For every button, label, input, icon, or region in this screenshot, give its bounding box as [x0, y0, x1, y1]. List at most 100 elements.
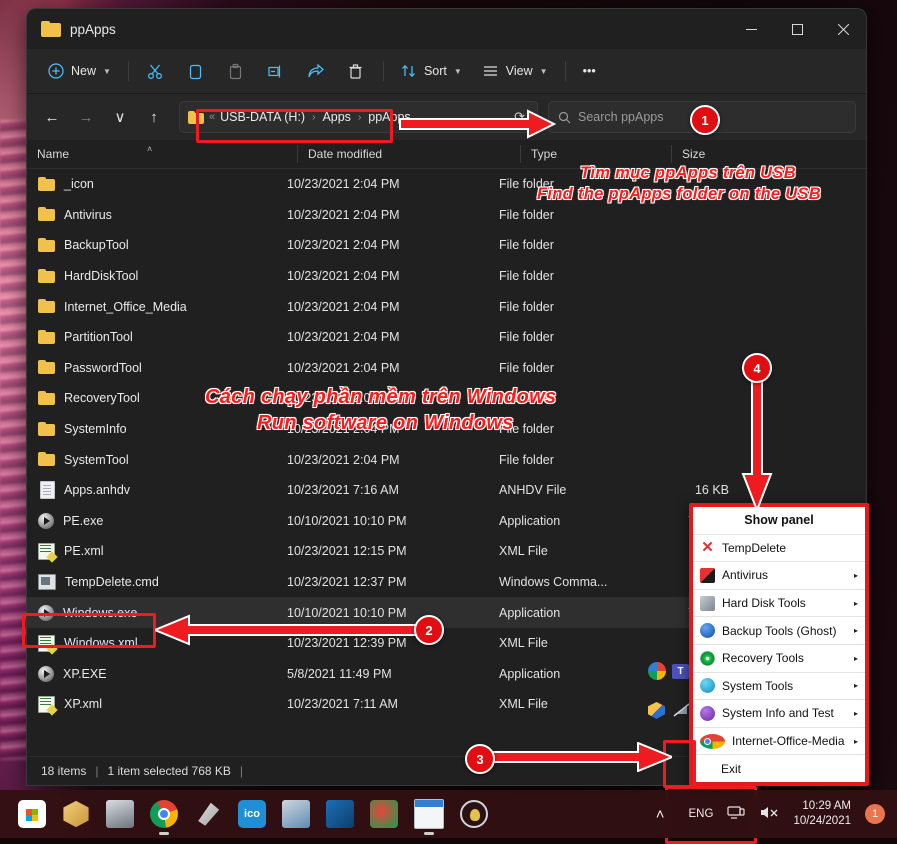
panel-item-label: Antivirus	[722, 568, 768, 582]
3d-box-icon[interactable]	[62, 800, 90, 828]
sort-button[interactable]: Sort ▼	[392, 55, 471, 87]
highlight-breadcrumb	[196, 109, 393, 143]
recent-locations-button[interactable]: ∨	[105, 102, 135, 132]
more-options-button[interactable]: •••	[574, 55, 605, 87]
minimize-button[interactable]	[728, 9, 774, 49]
delete-button[interactable]	[337, 55, 375, 87]
file-name-label: Apps.anhdv	[64, 483, 130, 497]
panel-item[interactable]: ✕TempDelete	[693, 535, 865, 563]
volume-muted-icon[interactable]	[759, 805, 779, 823]
microsoft-store-icon[interactable]	[18, 800, 46, 828]
file-date-cell: 10/23/2021 7:11 AM	[287, 697, 499, 711]
command-bar: New ▼ Sort ▼ View ▼	[27, 49, 866, 94]
column-header-size[interactable]: Size	[671, 145, 778, 163]
panel-item[interactable]: Internet-Office-Media▸	[693, 728, 865, 756]
column-header-name-label: Name	[37, 147, 69, 161]
file-date-cell: 10/23/2021 2:04 PM	[287, 300, 499, 314]
file-name-cell: Apps.anhdv	[27, 481, 287, 499]
ico-converter-icon[interactable]: ico	[238, 800, 266, 828]
panel-item[interactable]: Antivirus ▸	[693, 562, 865, 590]
column-header-date[interactable]: Date modified	[297, 145, 520, 163]
copy-icon	[187, 63, 204, 80]
arrow-to-show-panel	[735, 378, 779, 510]
new-button[interactable]: New ▼	[39, 55, 120, 87]
notepad-icon[interactable]	[414, 799, 444, 829]
table-row[interactable]: PartitionTool10/23/2021 2:04 PMFile fold…	[27, 322, 866, 353]
remote-desktop-icon[interactable]	[282, 800, 310, 828]
teams-icon[interactable]: T	[672, 664, 689, 679]
paint-tool-icon[interactable]	[194, 800, 222, 828]
plus-circle-icon	[48, 63, 64, 79]
xml-icon	[38, 543, 55, 560]
paste-button[interactable]	[217, 55, 255, 87]
annotation-note-1-vi: Tìm mục ppApps trên USB	[580, 164, 796, 183]
table-row[interactable]: HardDiskTool10/23/2021 2:04 PMFile folde…	[27, 261, 866, 292]
panel-header: Show panel	[693, 507, 865, 535]
copy-button[interactable]	[177, 55, 215, 87]
trash-icon	[347, 63, 364, 80]
step-badge-2: 2	[414, 615, 444, 645]
file-type-cell: XML File	[499, 544, 639, 558]
table-row[interactable]: Internet_Office_Media10/23/2021 2:04 PMF…	[27, 291, 866, 322]
taskbar-icons: ico	[0, 799, 488, 829]
view-button[interactable]: View ▼	[473, 55, 557, 87]
back-button[interactable]: ←	[37, 102, 67, 132]
panel-item[interactable]: Backup Tools (Ghost)▸	[693, 617, 865, 645]
show-hidden-icons-button[interactable]: ˄	[646, 806, 675, 823]
toolbar-divider	[128, 61, 129, 81]
share-icon	[307, 63, 325, 80]
truong-icon[interactable]	[326, 800, 354, 828]
rename-button[interactable]	[257, 55, 295, 87]
system-info-icon	[700, 706, 715, 721]
folder-icon	[38, 238, 55, 253]
file-name-cell: SystemTool	[27, 452, 287, 467]
file-name-label: PE.xml	[64, 544, 104, 558]
highlight-windows-exe	[22, 613, 156, 648]
step-badge-1: 1	[690, 105, 720, 135]
notification-badge[interactable]: 1	[865, 804, 885, 824]
file-name-cell: XP.EXE	[27, 666, 287, 682]
backup-icon	[700, 623, 715, 638]
annotation-note-2-en: Run software on Windows	[257, 412, 514, 435]
panel-item[interactable]: Hard Disk Tools▸	[693, 590, 865, 618]
panel-item[interactable]: System Info and Test▸	[693, 700, 865, 728]
file-name-cell: XP.xml	[27, 696, 287, 713]
submenu-arrow-icon: ▸	[854, 654, 858, 663]
rename-icon	[267, 63, 285, 80]
share-button[interactable]	[297, 55, 335, 87]
ie-globe-icon[interactable]	[648, 662, 666, 680]
panel-item[interactable]: Recovery Tools▸	[693, 645, 865, 673]
new-button-label: New	[71, 64, 96, 78]
close-button[interactable]	[820, 9, 866, 49]
maximize-button[interactable]	[774, 9, 820, 49]
submenu-arrow-icon: ▸	[854, 571, 858, 580]
drive-tool-icon[interactable]	[106, 800, 134, 828]
column-header-name[interactable]: Name ˄	[27, 145, 297, 163]
panel-item[interactable]: System Tools▸	[693, 673, 865, 701]
clock-date: 10/24/2021	[793, 814, 851, 829]
cut-button[interactable]	[137, 55, 175, 87]
folder-icon	[38, 452, 55, 467]
lightbulb-chat-icon[interactable]	[460, 800, 488, 828]
file-type-cell: Application	[499, 514, 639, 528]
submenu-arrow-icon: ▸	[854, 737, 858, 746]
column-header-type[interactable]: Type	[520, 145, 671, 163]
panel-item[interactable]: Exit	[693, 755, 865, 782]
blogger-logo-icon[interactable]	[370, 800, 398, 828]
language-indicator[interactable]: ENG	[689, 808, 714, 820]
cmd-icon	[38, 574, 56, 590]
file-name-cell: Antivirus	[27, 207, 287, 222]
clock[interactable]: 10:29 AM 10/24/2021	[793, 799, 851, 829]
table-row[interactable]: Antivirus10/23/2021 2:04 PMFile folder	[27, 200, 866, 231]
shield-warning-icon[interactable]	[648, 702, 665, 719]
network-icon[interactable]	[727, 805, 745, 823]
table-row[interactable]: BackupTool10/23/2021 2:04 PMFile folder	[27, 230, 866, 261]
google-chrome-icon[interactable]	[150, 800, 178, 828]
up-button[interactable]: ↑	[139, 102, 169, 132]
forward-button[interactable]: →	[71, 102, 101, 132]
chevron-down-icon: ▼	[540, 67, 548, 76]
running-indicator	[424, 832, 434, 835]
sort-icon	[401, 63, 417, 79]
file-name-label: TempDelete.cmd	[65, 575, 159, 589]
file-type-cell: File folder	[499, 422, 639, 436]
